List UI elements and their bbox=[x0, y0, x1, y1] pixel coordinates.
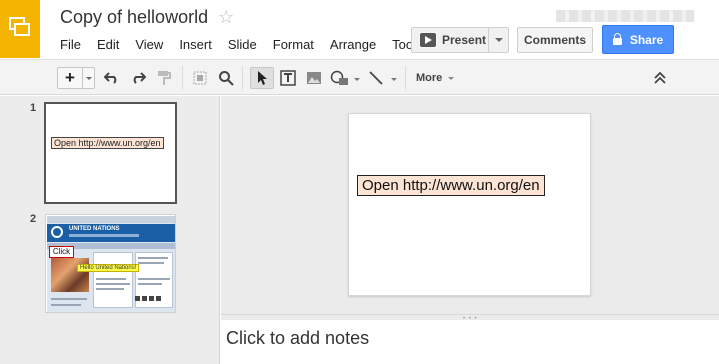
more-label: More bbox=[416, 72, 443, 84]
slide-filmstrip: 1 Open http://www.un.org/en 2 UNITED NAT… bbox=[0, 96, 220, 364]
image-icon[interactable] bbox=[304, 67, 324, 89]
text-line bbox=[51, 298, 87, 300]
toolbar-divider bbox=[182, 66, 183, 90]
comments-button[interactable]: Comments bbox=[517, 27, 593, 53]
slide-canvas[interactable]: Open http://www.un.org/en bbox=[348, 113, 591, 296]
paint-format-icon[interactable] bbox=[154, 67, 174, 89]
zoom-icon[interactable] bbox=[216, 67, 236, 89]
menu-arrange[interactable]: Arrange bbox=[322, 36, 384, 56]
present-button: Present bbox=[411, 27, 509, 53]
speaker-notes[interactable]: Click to add notes bbox=[221, 320, 719, 364]
un-side-column bbox=[135, 252, 173, 308]
play-icon bbox=[420, 33, 436, 47]
new-slide-dropdown[interactable] bbox=[82, 68, 94, 88]
slides-logo[interactable] bbox=[0, 0, 40, 58]
toolbar: + More bbox=[0, 59, 719, 95]
chevron-down-icon bbox=[85, 76, 92, 80]
chevron-down-icon bbox=[448, 76, 455, 80]
text-line bbox=[96, 278, 126, 280]
notes-placeholder: Click to add notes bbox=[226, 328, 370, 348]
present-main-button[interactable]: Present bbox=[412, 28, 488, 52]
text-line bbox=[138, 257, 168, 259]
social-icon bbox=[149, 296, 154, 301]
line-dropdown-icon[interactable] bbox=[391, 78, 397, 81]
new-slide-button: + bbox=[57, 67, 95, 89]
zoom-fit-icon[interactable] bbox=[190, 67, 210, 89]
slide-number: 1 bbox=[30, 102, 37, 114]
un-webpage-screenshot: UNITED NATIONS Click Hello United Nation… bbox=[47, 216, 175, 312]
slide-thumbnail-2[interactable]: UNITED NATIONS Click Hello United Nation… bbox=[45, 214, 176, 313]
slides-editor-window: Copy of helloworld ☆ File Edit View Inse… bbox=[0, 0, 719, 364]
chevron-down-icon bbox=[494, 38, 503, 42]
text-line bbox=[138, 283, 162, 285]
present-dropdown[interactable] bbox=[488, 28, 508, 52]
undo-icon[interactable] bbox=[102, 67, 122, 89]
redo-icon[interactable] bbox=[128, 67, 148, 89]
un-logo bbox=[51, 226, 63, 238]
menu-view[interactable]: View bbox=[127, 36, 171, 56]
social-icon bbox=[142, 296, 147, 301]
collapse-icon[interactable] bbox=[650, 67, 670, 89]
more-button[interactable]: More bbox=[416, 72, 455, 84]
social-icon bbox=[156, 296, 161, 301]
click-callout: Click bbox=[49, 246, 74, 258]
shape-icon[interactable] bbox=[328, 67, 352, 89]
un-news-column bbox=[93, 252, 133, 308]
plus-icon[interactable]: + bbox=[58, 68, 82, 88]
lock-icon bbox=[612, 33, 622, 45]
browser-header bbox=[47, 216, 175, 223]
slide-thumbnail-1[interactable]: Open http://www.un.org/en bbox=[44, 102, 177, 204]
text-box-icon[interactable] bbox=[278, 67, 298, 89]
text-line bbox=[96, 288, 124, 290]
text-line bbox=[96, 283, 130, 285]
slide-text-box[interactable]: Open http://www.un.org/en bbox=[357, 175, 545, 196]
present-label: Present bbox=[442, 33, 487, 47]
text-line bbox=[138, 262, 164, 264]
text-line bbox=[51, 304, 81, 306]
select-cursor-icon[interactable] bbox=[250, 67, 274, 89]
hello-tooltip: Hello United Nations! bbox=[77, 264, 140, 272]
un-banner-subtitle bbox=[69, 234, 139, 237]
toolbar-divider bbox=[242, 66, 243, 90]
menu-file[interactable]: File bbox=[52, 36, 89, 56]
slide-number: 2 bbox=[30, 213, 37, 225]
star-icon[interactable]: ☆ bbox=[218, 7, 234, 28]
line-icon[interactable] bbox=[366, 67, 386, 89]
slide-canvas-area: Open http://www.un.org/en bbox=[221, 96, 719, 314]
thumbnail-text-box: Open http://www.un.org/en bbox=[51, 137, 164, 149]
social-icon bbox=[135, 296, 140, 301]
menu-format[interactable]: Format bbox=[265, 36, 322, 56]
menu-slide[interactable]: Slide bbox=[220, 36, 265, 56]
share-label: Share bbox=[629, 32, 664, 47]
text-line bbox=[138, 278, 170, 280]
toolbar-divider bbox=[405, 66, 406, 90]
un-banner-text: UNITED NATIONS bbox=[69, 226, 120, 232]
slides-logo-icon bbox=[9, 17, 30, 36]
document-title[interactable]: Copy of helloworld bbox=[60, 7, 208, 28]
menu-edit[interactable]: Edit bbox=[89, 36, 127, 56]
shape-dropdown-icon[interactable] bbox=[354, 78, 360, 81]
share-button[interactable]: Share bbox=[602, 25, 674, 54]
account-email[interactable] bbox=[556, 10, 694, 22]
menu-insert[interactable]: Insert bbox=[171, 36, 220, 56]
